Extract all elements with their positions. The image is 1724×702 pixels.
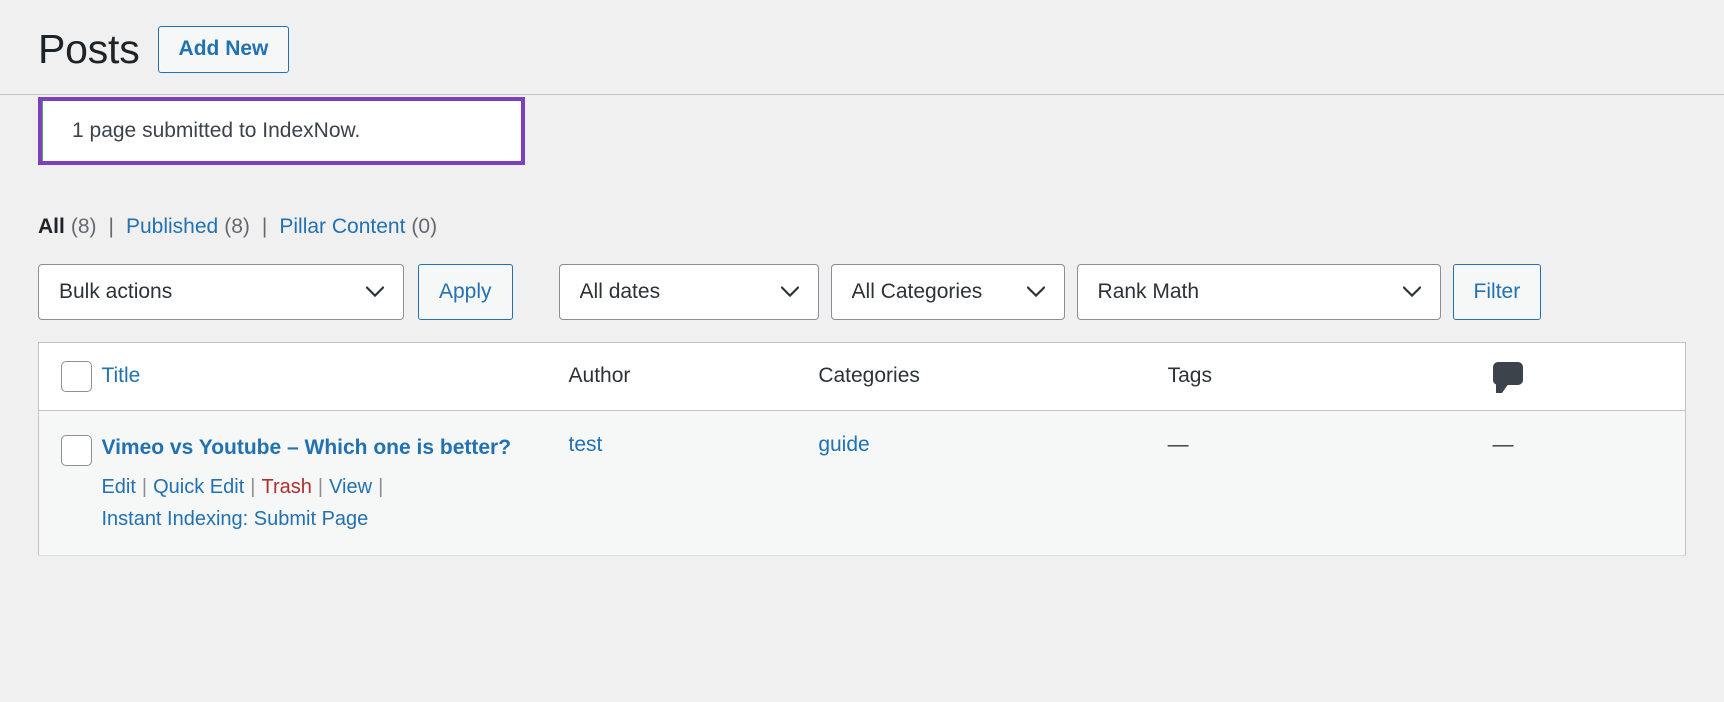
row-action-view[interactable]: View [329, 476, 372, 498]
filter-separator-1: | [108, 215, 114, 239]
post-title-link[interactable]: Vimeo vs Youtube – Which one is better? [101, 436, 511, 459]
dates-filter-wrap: All dates [558, 263, 819, 320]
table-header-row: Title Author Categories Tags [38, 342, 1686, 411]
row-action-sep-3: | [317, 476, 324, 499]
status-filter-pillar-content-link[interactable]: Pillar Content [279, 215, 405, 238]
notice-message: 1 page submitted to IndexNow. [72, 119, 361, 143]
row-tags-cell: — [1167, 410, 1493, 557]
status-filter-pillar-content-count: (0) [411, 215, 438, 239]
status-filter-pillar-content[interactable]: Pillar Content (0) [279, 212, 437, 241]
row-action-quick-edit[interactable]: Quick Edit [153, 476, 244, 498]
row-action-edit[interactable]: Edit [101, 476, 135, 498]
column-header-categories[interactable]: Categories [818, 342, 1168, 411]
row-select-cell [38, 410, 102, 557]
row-action-sep-4: | [378, 476, 384, 499]
status-filter-published[interactable]: Published (8) [126, 212, 250, 241]
category-link[interactable]: guide [818, 433, 869, 456]
row-action-trash[interactable]: Trash [261, 476, 311, 498]
categories-filter-select[interactable]: All Categories [830, 263, 1065, 320]
column-header-title: Title [101, 342, 569, 411]
status-filter-all-count: (8) [70, 215, 97, 239]
status-filter-all[interactable]: All (8) [38, 212, 97, 241]
column-header-title-link[interactable]: Title [101, 364, 140, 387]
posts-table: Title Author Categories Tags Vimeo vs Yo… [38, 341, 1686, 557]
comment-bubble-icon [1492, 361, 1523, 393]
select-all-header [38, 342, 102, 411]
posts-table-head: Title Author Categories Tags [38, 342, 1686, 411]
row-categories-cell: guide [818, 410, 1168, 557]
row-comments-cell: — [1492, 410, 1686, 557]
bulk-actions-wrap: Bulk actions [38, 263, 404, 320]
row-action-instant-indexing-submit-page[interactable]: Instant Indexing: Submit Page [101, 508, 368, 530]
row-select-checkbox[interactable] [61, 434, 92, 466]
bulk-actions-select[interactable]: Bulk actions [38, 263, 404, 320]
row-author-cell: test [568, 410, 819, 557]
dates-filter-select[interactable]: All dates [558, 263, 819, 320]
column-header-comments[interactable] [1492, 342, 1686, 411]
status-filter-published-count: (8) [224, 215, 250, 239]
indexnow-notice[interactable]: 1 page submitted to IndexNow. [38, 97, 525, 166]
row-action-sep-2: | [250, 476, 256, 499]
select-all-checkbox[interactable] [61, 360, 92, 392]
filter-separator-2: | [261, 215, 268, 239]
column-header-tags[interactable]: Tags [1167, 342, 1493, 411]
apply-button[interactable]: Apply [418, 263, 513, 320]
notice-area: 1 page submitted to IndexNow. [0, 94, 1724, 168]
status-filter-published-link[interactable]: Published [126, 215, 218, 238]
tablenav-top: Bulk actions Apply All dates All Categor… [38, 263, 1686, 320]
row-actions: Edit | Quick Edit | Trash | View | Instant Inde… [101, 471, 568, 535]
main-content: All (8) | Published (8) | Pillar Content (0… [0, 212, 1724, 557]
tags-value: — [1167, 432, 1189, 456]
post-status-filter-list: All (8) | Published (8) | Pillar Content (0… [38, 212, 1686, 241]
rank-math-filter-select[interactable]: Rank Math [1076, 263, 1441, 320]
row-action-sep-1: | [141, 476, 148, 499]
posts-table-body: Vimeo vs Youtube – Which one is better? … [38, 410, 1686, 557]
comments-value: — [1492, 432, 1514, 456]
author-link[interactable]: test [569, 433, 603, 456]
page-header: Posts Add New [0, 0, 1724, 74]
page-title: Posts [38, 26, 140, 73]
status-filter-all-link[interactable]: All [38, 215, 65, 238]
rank-math-filter-wrap: Rank Math [1076, 263, 1441, 320]
filter-button[interactable]: Filter [1452, 263, 1542, 320]
notice-divider [0, 94, 1724, 96]
categories-filter-wrap: All Categories [830, 263, 1065, 320]
column-header-author[interactable]: Author [568, 342, 819, 411]
add-new-button[interactable]: Add New [157, 26, 290, 74]
table-row: Vimeo vs Youtube – Which one is better? … [38, 410, 1686, 557]
row-title-cell: Vimeo vs Youtube – Which one is better? … [101, 410, 569, 557]
